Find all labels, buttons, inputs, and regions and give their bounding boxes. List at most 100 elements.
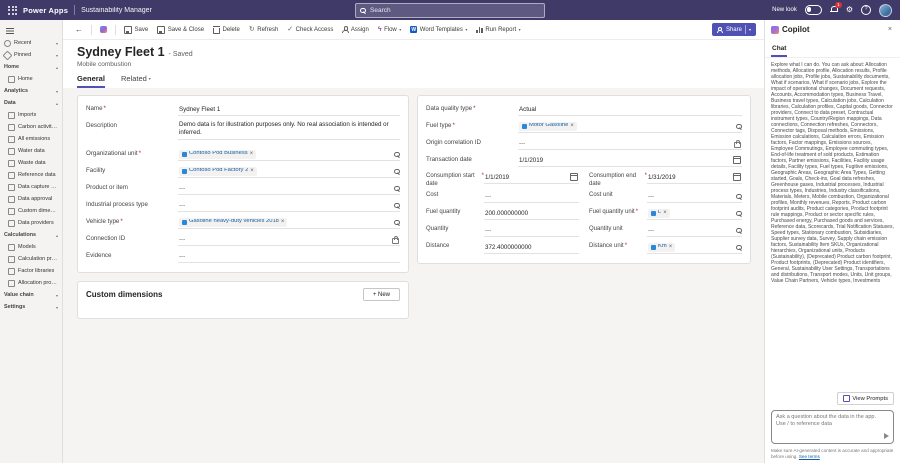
search-lookup-icon[interactable] bbox=[736, 194, 741, 199]
copilot-toggle-button[interactable] bbox=[96, 22, 111, 37]
sidebar-item-carbon-activities[interactable]: Carbon activities bbox=[0, 121, 62, 133]
see-terms-link[interactable]: See terms bbox=[799, 454, 820, 459]
sidebar-item-reference-data[interactable]: Reference data bbox=[0, 169, 62, 181]
search-lookup-icon[interactable] bbox=[736, 124, 741, 129]
lookup-chip[interactable]: Km × bbox=[648, 243, 675, 252]
sidebar-group-analytics[interactable]: Analytics ▾ bbox=[0, 85, 62, 97]
name-input[interactable]: Sydney Fleet 1 bbox=[178, 103, 400, 116]
sidebar-item-home[interactable]: Home bbox=[0, 73, 62, 85]
industrial-process-type-lookup[interactable]: --- bbox=[178, 199, 400, 212]
sidebar-group-calculations[interactable]: Calculations ▴ bbox=[0, 229, 62, 241]
calendar-icon[interactable] bbox=[733, 156, 741, 164]
sidebar-item-calculation-profiles[interactable]: Calculation profiles bbox=[0, 253, 62, 265]
word-templates-button[interactable]: W Word Templates ▾ bbox=[406, 22, 471, 37]
sidebar-group-home[interactable]: Home ▴ bbox=[0, 61, 62, 73]
sidebar-item-waste-data[interactable]: Waste data bbox=[0, 157, 62, 169]
chevron-up-icon[interactable]: ▴ bbox=[56, 101, 58, 106]
waffle-menu-icon[interactable] bbox=[8, 6, 17, 15]
tab-general[interactable]: General bbox=[77, 74, 105, 88]
tab-chat[interactable]: Chat bbox=[771, 43, 787, 57]
search-lookup-icon[interactable] bbox=[394, 220, 399, 225]
quantity-unit-lookup[interactable]: --- bbox=[647, 224, 742, 237]
lookup-chip[interactable]: Gasoline heavy-duty vehicles 2018 × bbox=[179, 218, 287, 227]
run-report-button[interactable]: Run Report ▾ bbox=[472, 22, 524, 37]
check-access-button[interactable]: ✓ Check Access bbox=[283, 22, 337, 37]
sidebar-group-data[interactable]: Data ▴ bbox=[0, 97, 62, 109]
new-button[interactable]: + New bbox=[363, 288, 400, 301]
remove-icon[interactable]: × bbox=[669, 244, 673, 250]
lookup-chip[interactable]: Motor Gasoline × bbox=[519, 122, 577, 131]
copilot-input[interactable] bbox=[772, 411, 893, 443]
sidebar-item-all-emissions[interactable]: All emissions bbox=[0, 133, 62, 145]
chevron-down-icon[interactable]: ▾ bbox=[56, 293, 58, 298]
chevron-down-icon[interactable]: ▾ bbox=[56, 305, 58, 310]
send-icon[interactable] bbox=[884, 433, 889, 439]
consumption-end-date-input[interactable]: 1/31/2019 bbox=[647, 171, 742, 184]
product-or-item-lookup[interactable]: --- bbox=[178, 182, 400, 195]
app-name[interactable]: Power Apps bbox=[23, 6, 68, 15]
sidebar-item-allocation-profiles[interactable]: Allocation profiles (p... bbox=[0, 277, 62, 289]
cost-unit-lookup[interactable]: --- bbox=[647, 190, 742, 203]
sidebar-item-data-providers[interactable]: Data providers bbox=[0, 217, 62, 229]
chevron-up-icon[interactable]: ▴ bbox=[56, 65, 58, 70]
avatar[interactable] bbox=[879, 4, 892, 17]
fuel-type-lookup[interactable]: Motor Gasoline × bbox=[518, 120, 742, 133]
search-input[interactable] bbox=[368, 6, 540, 15]
assign-button[interactable]: Assign bbox=[338, 22, 373, 37]
back-button[interactable]: ← bbox=[71, 22, 87, 37]
environment-name[interactable]: Sustainability Manager bbox=[81, 7, 152, 14]
remove-icon[interactable]: × bbox=[570, 123, 574, 129]
facility-lookup[interactable]: Contoso Pod Factory 2 × bbox=[178, 165, 400, 178]
chevron-down-icon[interactable]: ▾ bbox=[749, 27, 751, 32]
search-lookup-icon[interactable] bbox=[394, 152, 399, 157]
search-lookup-icon[interactable] bbox=[394, 203, 399, 208]
new-look-toggle[interactable] bbox=[805, 5, 822, 15]
evidence-input[interactable]: --- bbox=[178, 250, 400, 263]
chevron-up-icon[interactable]: ▴ bbox=[56, 233, 58, 238]
sidebar-group-value-chain[interactable]: Value chain ▾ bbox=[0, 289, 62, 301]
calendar-icon[interactable] bbox=[570, 173, 578, 181]
fuel-quantity-input[interactable]: 200.000000000 bbox=[484, 207, 579, 220]
remove-icon[interactable]: × bbox=[250, 151, 254, 157]
cost-input[interactable]: --- bbox=[484, 190, 579, 203]
data-quality-type-select[interactable]: Actual bbox=[518, 103, 742, 116]
fuel-quantity-unit-lookup[interactable]: L × bbox=[647, 207, 742, 220]
lookup-chip[interactable]: Contoso Pod Factory 2 × bbox=[179, 167, 257, 176]
sidebar-item-imports[interactable]: Imports bbox=[0, 109, 62, 121]
transaction-date-input[interactable]: 1/1/2019 bbox=[518, 154, 742, 167]
sidebar-group-settings[interactable]: Settings ▾ bbox=[0, 301, 62, 313]
share-button[interactable]: Share ▾ bbox=[712, 23, 756, 36]
consumption-start-date-input[interactable]: 1/1/2019 bbox=[484, 171, 579, 184]
quantity-input[interactable]: --- bbox=[484, 224, 579, 237]
search-lookup-icon[interactable] bbox=[394, 169, 399, 174]
notifications-button[interactable]: 1 bbox=[830, 6, 838, 14]
refresh-button[interactable]: ↻ Refresh bbox=[245, 22, 282, 37]
vehicle-type-lookup[interactable]: Gasoline heavy-duty vehicles 2018 × bbox=[178, 216, 400, 229]
sidebar-item-recent[interactable]: Recent ▾ bbox=[0, 37, 62, 49]
description-input[interactable]: Demo data is for illustration purposes o… bbox=[178, 120, 400, 140]
chevron-down-icon[interactable]: ▾ bbox=[56, 53, 58, 58]
remove-icon[interactable]: × bbox=[250, 168, 254, 174]
tab-related[interactable]: Related ▾ bbox=[121, 74, 151, 88]
sidebar-item-data-approval[interactable]: Data approval bbox=[0, 193, 62, 205]
flow-button[interactable]: ϟ Flow ▾ bbox=[374, 22, 405, 37]
hamburger-menu-icon[interactable] bbox=[6, 28, 14, 29]
help-button[interactable]: ? bbox=[861, 5, 871, 15]
search-lookup-icon[interactable] bbox=[736, 245, 741, 250]
remove-icon[interactable]: × bbox=[281, 219, 285, 225]
distance-input[interactable]: 372.4000000000 bbox=[484, 241, 579, 254]
chevron-down-icon[interactable]: ▾ bbox=[56, 41, 58, 46]
close-icon[interactable]: × bbox=[886, 25, 894, 34]
sidebar-item-custom-dimensions[interactable]: Custom dimensions bbox=[0, 205, 62, 217]
search-lookup-icon[interactable] bbox=[736, 228, 741, 233]
search-lookup-icon[interactable] bbox=[394, 186, 399, 191]
organizational-unit-lookup[interactable]: Contoso Pod Business × bbox=[178, 148, 400, 161]
lookup-chip[interactable]: L × bbox=[648, 209, 670, 218]
remove-icon[interactable]: × bbox=[663, 210, 667, 216]
chevron-down-icon[interactable]: ▾ bbox=[56, 89, 58, 94]
search-lookup-icon[interactable] bbox=[736, 211, 741, 216]
calendar-icon[interactable] bbox=[733, 173, 741, 181]
delete-button[interactable]: Delete bbox=[209, 22, 244, 37]
sidebar-item-water-data[interactable]: Water data bbox=[0, 145, 62, 157]
save-and-close-button[interactable]: Save & Close bbox=[153, 22, 208, 37]
